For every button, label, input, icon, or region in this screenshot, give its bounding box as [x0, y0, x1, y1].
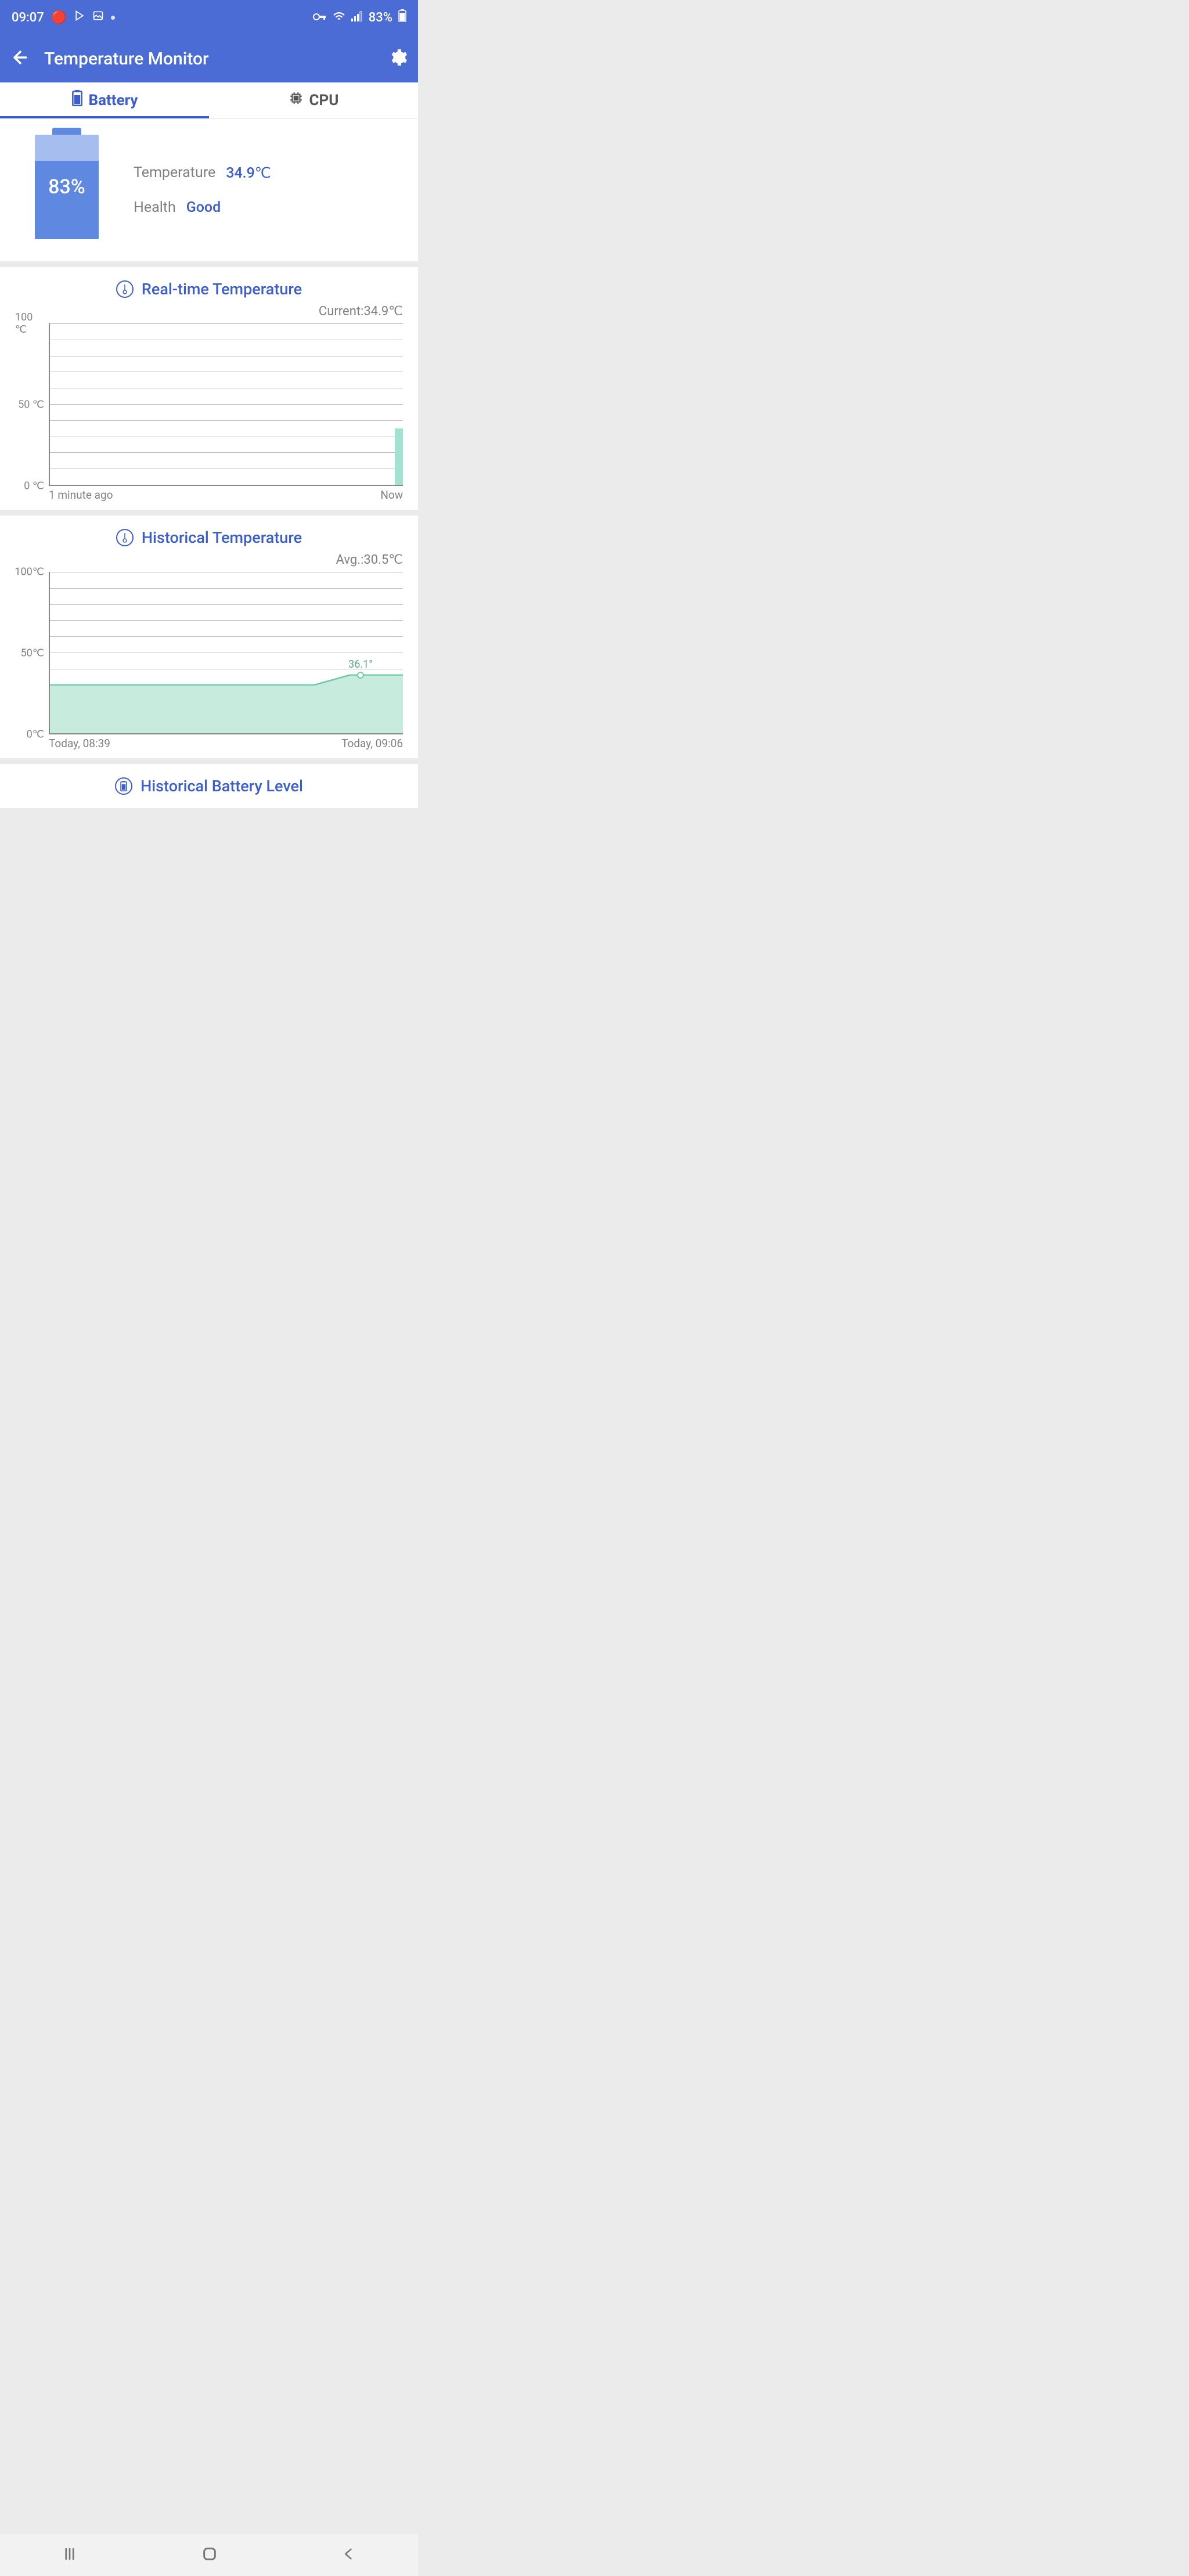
settings-button[interactable] [388, 48, 408, 70]
realtime-title: Real-time Temperature [142, 280, 302, 298]
battery-large-icon: 83% [35, 135, 99, 245]
historical-chart: 100℃ 50℃ 0℃ [15, 572, 403, 734]
temp-label: Temperature [134, 164, 215, 182]
xtick-start: Today, 08:39 [49, 737, 110, 750]
app-bar: Temperature Monitor [0, 35, 418, 82]
signal-icon [351, 10, 363, 25]
battery-pct-large: 83% [48, 175, 85, 199]
wifi-icon [333, 10, 345, 25]
health-value: Good [186, 199, 221, 216]
xtick-end: Today, 09:06 [341, 737, 403, 750]
ytick: 100 ℃ [15, 311, 44, 336]
ytick: 50℃ [21, 647, 44, 660]
status-right: 83% [313, 9, 406, 26]
gallery-icon [92, 10, 104, 25]
historical-temp-title: Historical Temperature [142, 528, 302, 547]
battery-section-icon [115, 777, 132, 795]
status-bar: 09:07 🔴 83% [0, 0, 418, 35]
thermometer-icon [116, 280, 134, 298]
battery-info-panel: 83% Temperature 34.9℃ Health Good [0, 118, 418, 261]
ytick: 0℃ [27, 729, 44, 741]
ytick: 100℃ [15, 566, 44, 578]
system-nav-bar [0, 2534, 418, 2576]
clock-text: 09:07 [12, 10, 44, 25]
system-back-button[interactable] [341, 2546, 357, 2564]
xtick-end: Now [380, 488, 403, 502]
back-button[interactable] [10, 48, 30, 70]
tab-bar: Battery CPU [0, 82, 418, 118]
more-notif-dot [111, 16, 115, 20]
page-title: Temperature Monitor [44, 49, 388, 69]
realtime-temp-panel: Real-time Temperature Current:34.9℃ 100 … [0, 267, 418, 510]
tab-cpu-label: CPU [309, 92, 339, 109]
realtime-current: Current:34.9℃ [0, 304, 418, 323]
status-left: 09:07 🔴 [12, 10, 115, 25]
battery-pct-text: 83% [369, 10, 392, 25]
ytick: 50 ℃ [18, 399, 44, 411]
ytick: 0 ℃ [24, 480, 44, 492]
battery-info-text: Temperature 34.9℃ Health Good [134, 147, 402, 233]
historical-batt-title: Historical Battery Level [140, 777, 303, 795]
battery-tab-icon [71, 90, 83, 110]
app-notif-icon: 🔴 [51, 10, 67, 25]
tab-battery[interactable]: Battery [0, 82, 209, 118]
temp-value: 34.9℃ [226, 164, 271, 182]
historical-marker [357, 672, 364, 679]
cpu-tab-icon [289, 91, 304, 110]
historical-temp-panel: Historical Temperature Avg.:30.5℃ 100℃ 5… [0, 516, 418, 758]
play-store-icon [74, 10, 85, 25]
historical-battery-panel: Historical Battery Level [0, 764, 418, 808]
vpn-key-icon [313, 10, 327, 25]
realtime-bar [395, 428, 403, 485]
tab-battery-label: Battery [89, 92, 138, 109]
home-button[interactable] [200, 2545, 219, 2566]
historical-area [50, 572, 403, 733]
historical-marker-label: 36.1° [348, 658, 373, 671]
thermometer-icon [116, 529, 134, 546]
realtime-chart: 100 ℃ 50 ℃ 0 ℃ [15, 323, 403, 486]
recents-button[interactable] [61, 2545, 78, 2565]
historical-avg: Avg.:30.5℃ [0, 553, 418, 572]
battery-status-icon [398, 9, 406, 26]
xtick-start: 1 minute ago [49, 488, 113, 502]
tab-cpu[interactable]: CPU [209, 82, 418, 118]
health-label: Health [134, 199, 176, 216]
